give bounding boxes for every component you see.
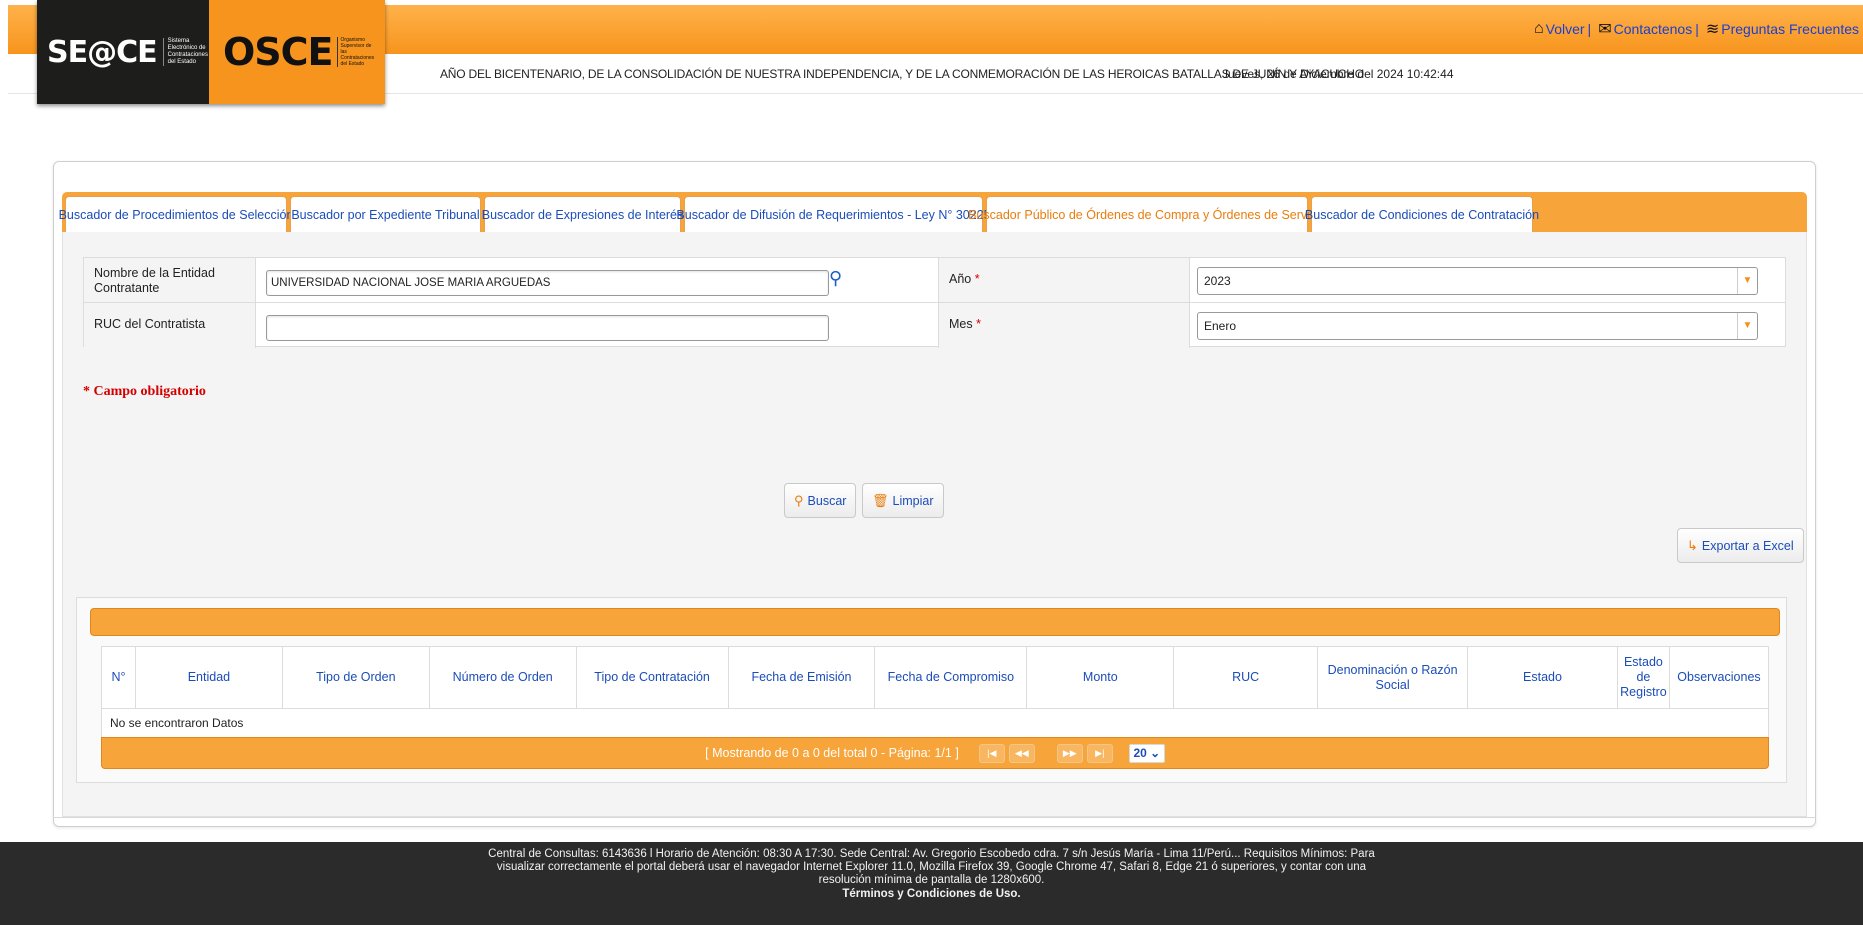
top-links: ⌂ Volver | ✉ Contactenos | ≋ Preguntas F… xyxy=(1530,19,1859,39)
mes-label-cell: Mes * xyxy=(938,303,1190,348)
tab-expediente-tribunal[interactable]: Buscador por Expediente Tribunal xyxy=(290,196,481,232)
osce-logo[interactable]: OSCE Organismo Supervisor de las Contrat… xyxy=(209,0,385,104)
search-form: Nombre de la Entidad Contratante UNIVERS… xyxy=(83,257,1786,348)
col-header-razon-social[interactable]: Denominación o Razón Social xyxy=(1317,646,1469,709)
anio-label-cell: Año * xyxy=(938,258,1190,302)
col-header-monto[interactable]: Monto xyxy=(1026,646,1175,709)
table-row: No se encontraron Datos xyxy=(101,708,1769,738)
form-row-entidad: Nombre de la Entidad Contratante UNIVERS… xyxy=(84,258,1785,303)
results-table: N° Entidad Tipo de Orden Número de Orden… xyxy=(101,646,1770,738)
col-header-estado-registro[interactable]: Estado de Registro xyxy=(1616,646,1670,709)
header-edge xyxy=(0,5,8,94)
anio-select-value: 2023 xyxy=(1204,274,1231,288)
col-header-tipo-orden[interactable]: Tipo de Orden xyxy=(281,646,430,709)
osce-logo-text: OSCE xyxy=(223,30,334,74)
chevron-down-icon[interactable]: ▼ xyxy=(1737,313,1757,339)
results-header-bar xyxy=(90,608,1780,636)
page-size-value: 20 xyxy=(1133,745,1147,760)
footer: Central de Consultas: 6143636 l Horario … xyxy=(0,842,1863,925)
first-page-icon[interactable]: |◀ xyxy=(978,743,1005,763)
entidad-input[interactable]: UNIVERSIDAD NACIONAL JOSE MARIA ARGUEDAS xyxy=(266,270,829,296)
anio-select[interactable]: 2023 ▼ xyxy=(1197,267,1758,295)
col-header-observaciones[interactable]: Observaciones xyxy=(1668,646,1770,709)
col-header-ruc[interactable]: RUC xyxy=(1173,646,1319,709)
search-icon: ⚲ xyxy=(794,492,804,508)
prev-page-icon[interactable]: ◀◀ xyxy=(1008,743,1035,763)
col-header-fecha-compromiso[interactable]: Fecha de Compromiso xyxy=(874,646,1028,709)
terms-link[interactable]: Términos y Condiciones de Uso. xyxy=(0,888,1863,901)
mes-select[interactable]: Enero ▼ xyxy=(1197,312,1758,340)
limpiar-button[interactable]: 🗑 Limpiar xyxy=(862,483,944,518)
required-mark: * xyxy=(976,317,981,331)
logo-group[interactable]: SE@CE Sistema Electrónico de Contratacio… xyxy=(37,0,385,104)
trash-icon: 🗑 xyxy=(872,492,889,508)
col-header-numero-orden[interactable]: Número de Orden xyxy=(428,646,577,709)
pagination-summary: [ Mostrando de 0 a 0 del total 0 - Págin… xyxy=(705,746,959,760)
pagination-bar: [ Mostrando de 0 a 0 del total 0 - Págin… xyxy=(101,737,1769,769)
last-page-icon[interactable]: ▶| xyxy=(1086,743,1113,763)
mes-select-value: Enero xyxy=(1204,319,1237,333)
tab-condiciones-contratacion[interactable]: Buscador de Condiciones de Contratación xyxy=(1305,196,1539,232)
seace-logo-text: SE@CE xyxy=(47,34,158,70)
ruc-input[interactable] xyxy=(266,315,829,341)
preguntas-frecuentes-link[interactable]: Preguntas Frecuentes xyxy=(1721,21,1859,37)
entidad-label: Nombre de la Entidad Contratante xyxy=(84,258,256,302)
buscar-label: Buscar xyxy=(807,493,847,508)
anio-label: Año xyxy=(949,272,972,286)
form-row-ruc: RUC del Contratista Mes * Enero ▼ xyxy=(84,303,1785,348)
buscar-button[interactable]: ⚲ Buscar xyxy=(784,483,857,518)
exportar-label: Exportar a Excel xyxy=(1701,538,1794,553)
limpiar-label: Limpiar xyxy=(892,493,934,508)
link-separator: | xyxy=(1587,21,1592,37)
exportar-excel-button[interactable]: ↳ Exportar a Excel xyxy=(1677,528,1804,563)
volver-link[interactable]: Volver xyxy=(1546,21,1585,37)
table-header-row: N° Entidad Tipo de Orden Número de Orden… xyxy=(101,646,1770,709)
col-header-fecha-emision[interactable]: Fecha de Emisión xyxy=(727,646,876,709)
col-header-estado[interactable]: Estado xyxy=(1467,646,1618,709)
link-separator: | xyxy=(1695,21,1699,37)
col-header-tipo-contratacion[interactable]: Tipo de Contratación xyxy=(575,646,729,709)
search-magnifier-icon[interactable]: ⚲ xyxy=(829,268,842,289)
tab-procedimientos[interactable]: Buscador de Procedimientos de Selección xyxy=(59,196,293,232)
chevron-down-icon[interactable]: ▼ xyxy=(1737,268,1757,294)
export-arrow-icon: ↳ xyxy=(1687,537,1698,553)
col-header-entidad[interactable]: Entidad xyxy=(134,646,283,709)
rss-icon[interactable]: ≋ xyxy=(1706,19,1719,39)
footer-info: Central de Consultas: 6143636 l Horario … xyxy=(488,848,1375,886)
tab-difusion-requerimientos[interactable]: Buscador de Difusión de Requerimientos -… xyxy=(676,196,991,232)
seace-logo[interactable]: SE@CE Sistema Electrónico de Contratacio… xyxy=(37,0,209,104)
tab-ordenes-compra-servicio[interactable]: Buscador Público de Órdenes de Compra y … xyxy=(968,196,1326,232)
home-icon[interactable]: ⌂ xyxy=(1534,20,1544,38)
tab-expresiones-interes[interactable]: Buscador de Expresiones de Interés xyxy=(482,196,683,232)
ruc-label: RUC del Contratista xyxy=(84,303,256,348)
mail-icon[interactable]: ✉ xyxy=(1598,19,1611,39)
contactenos-link[interactable]: Contactenos xyxy=(1614,21,1693,37)
osce-logo-subtitle: Organismo Supervisor de las Contratacion… xyxy=(336,37,374,67)
page-size-select[interactable]: 20 ⌄ xyxy=(1128,743,1165,763)
empty-message: No se encontraron Datos xyxy=(101,708,1769,738)
mes-label: Mes xyxy=(949,317,973,331)
mandatory-note: * Campo obligatorio xyxy=(83,384,206,399)
seace-logo-subtitle: Sistema Electrónico de Contrataciones de… xyxy=(162,38,209,66)
next-page-icon[interactable]: ▶▶ xyxy=(1056,743,1083,763)
panel-divider xyxy=(53,817,1816,818)
col-header-numero[interactable]: N° xyxy=(101,646,136,709)
header-datetime: Jueves, 26 de Diciembre del 2024 10:42:4… xyxy=(1222,67,1454,81)
required-mark: * xyxy=(974,272,980,286)
